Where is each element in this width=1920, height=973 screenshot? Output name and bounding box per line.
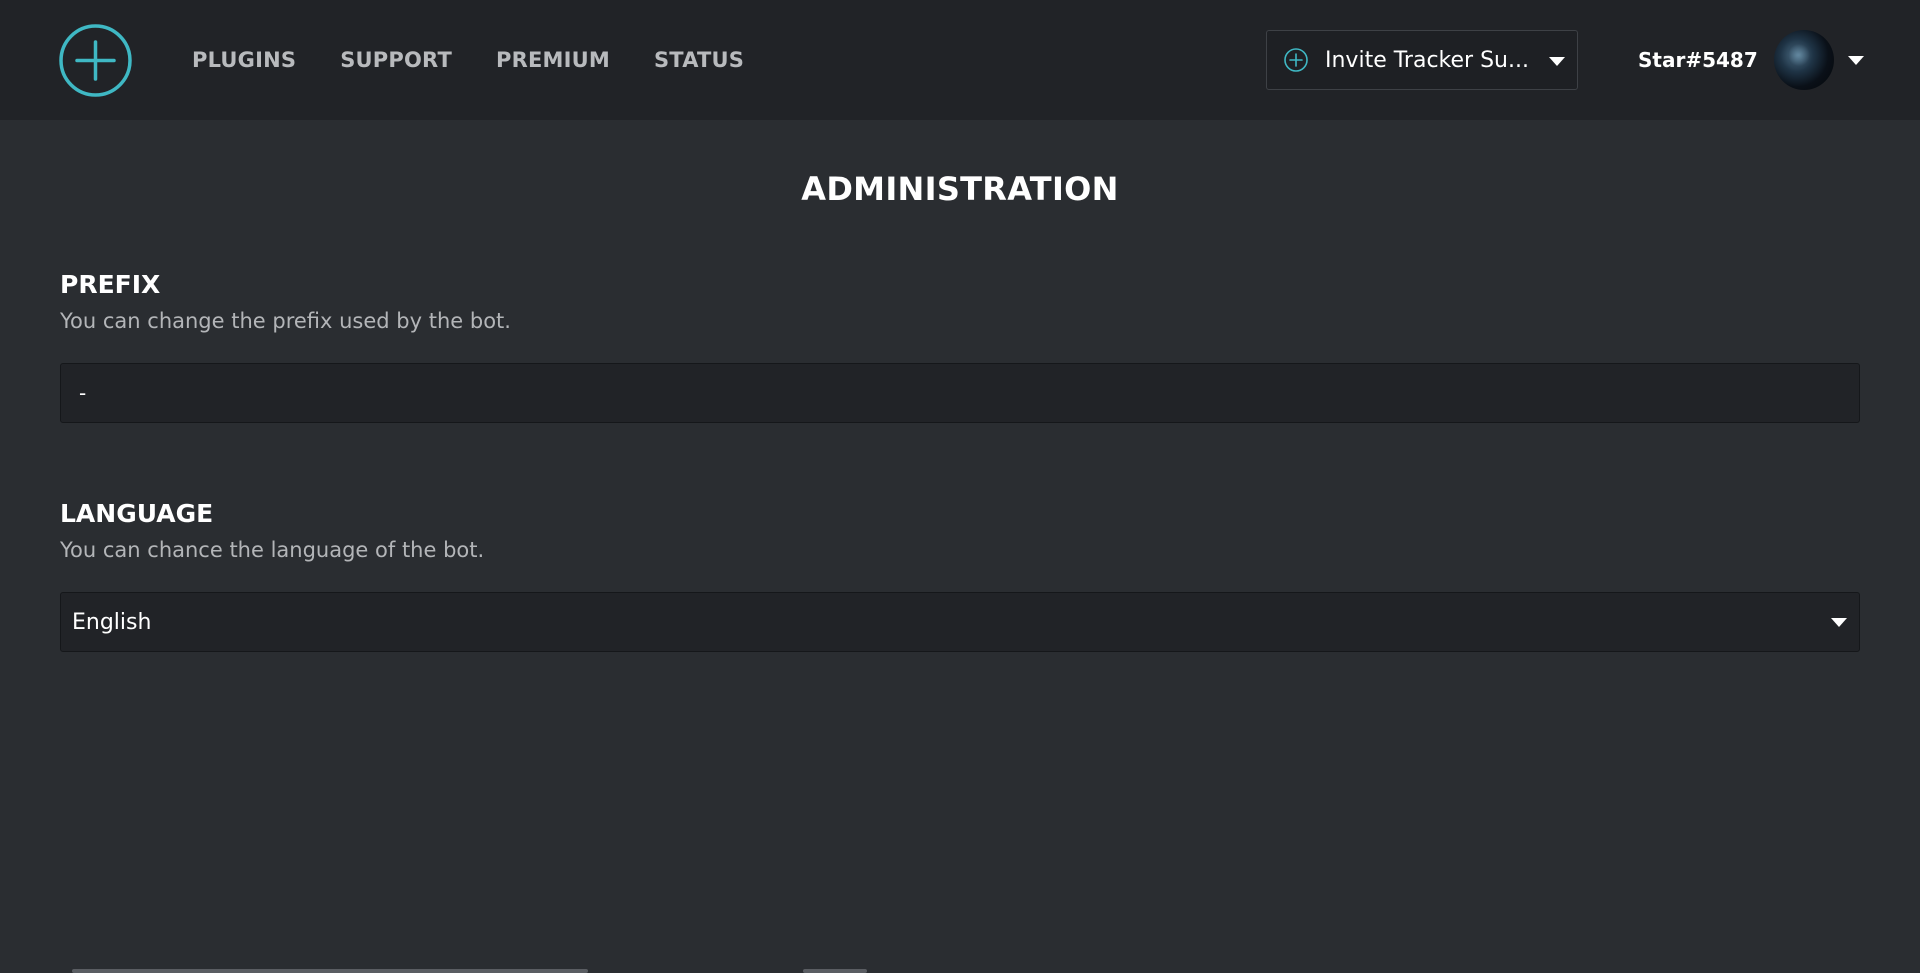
prefix-heading: PREFIX — [60, 270, 161, 299]
main-nav: PLUGINS SUPPORT PREMIUM STATUS — [192, 0, 788, 120]
language-description: You can chance the language of the bot. — [60, 538, 485, 562]
nav-support[interactable]: SUPPORT — [340, 48, 452, 72]
language-select[interactable]: English — [60, 592, 1860, 652]
chevron-down-icon — [1831, 618, 1847, 627]
nav-status[interactable]: STATUS — [654, 48, 744, 72]
server-name: Invite Tracker Su... — [1325, 47, 1529, 73]
language-heading: LANGUAGE — [60, 499, 214, 528]
user-menu[interactable]: Star#5487 — [1630, 30, 1864, 90]
plus-circle-icon[interactable] — [59, 24, 132, 97]
prefix-description: You can change the prefix used by the bo… — [60, 309, 511, 333]
server-selector[interactable]: Invite Tracker Su... — [1266, 30, 1578, 90]
nav-premium[interactable]: PREMIUM — [496, 48, 610, 72]
plus-circle-icon — [1284, 48, 1308, 72]
scrollbar-thumb[interactable] — [72, 969, 588, 973]
language-selected-value: English — [72, 609, 152, 635]
top-header: PLUGINS SUPPORT PREMIUM STATUS Invite Tr… — [0, 0, 1920, 120]
username: Star#5487 — [1638, 48, 1758, 72]
prefix-field — [60, 363, 1860, 423]
scrollbar-thumb[interactable] — [803, 969, 867, 973]
chevron-down-icon[interactable] — [1847, 55, 1864, 65]
prefix-input[interactable] — [61, 364, 1859, 422]
nav-plugins[interactable]: PLUGINS — [192, 48, 296, 72]
avatar[interactable] — [1773, 30, 1834, 90]
page-title: ADMINISTRATION — [801, 170, 1119, 208]
chevron-down-icon — [1549, 57, 1565, 66]
